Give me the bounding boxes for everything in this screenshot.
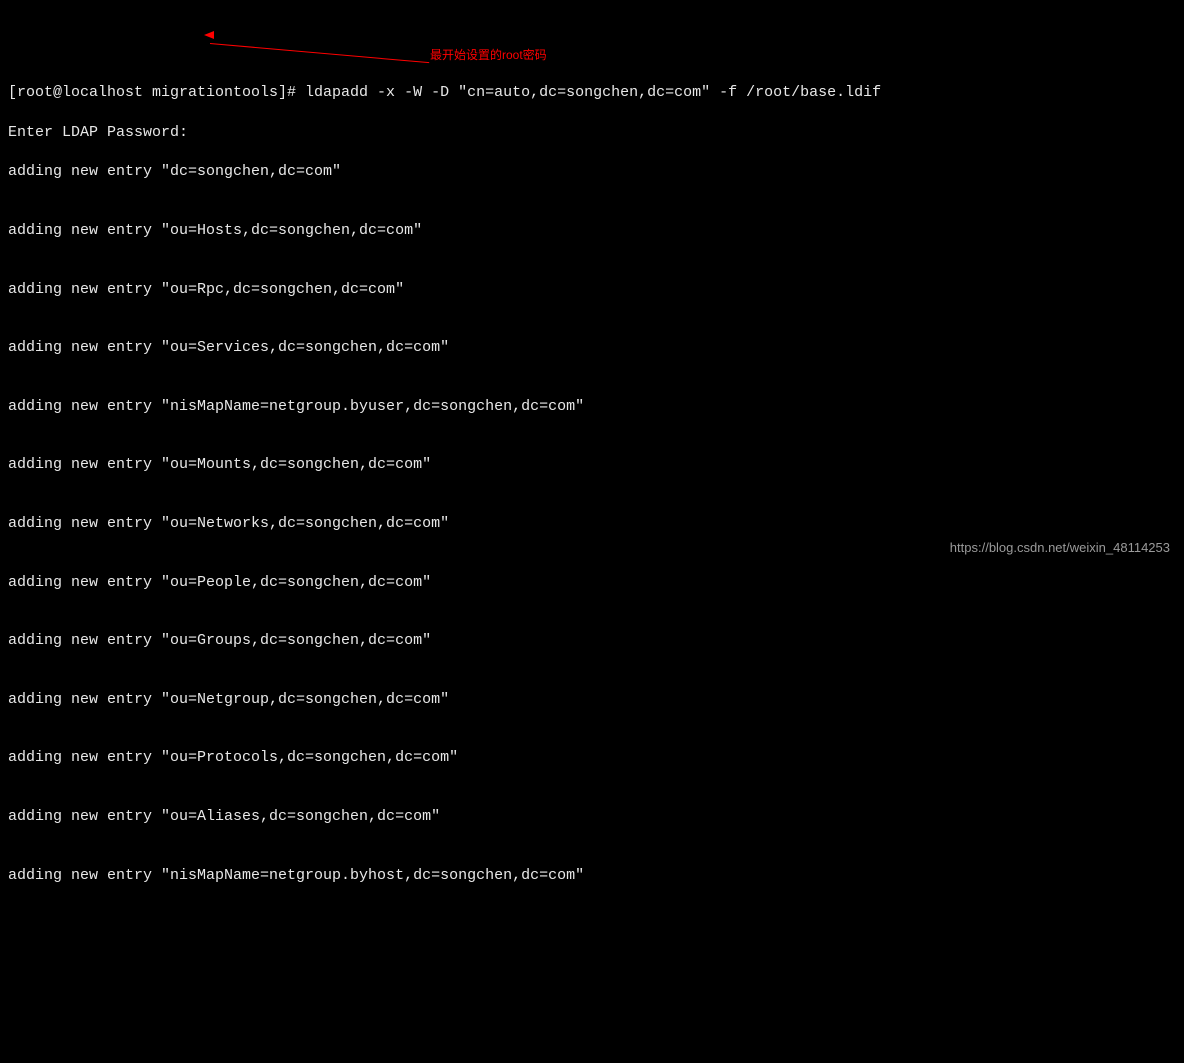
entry-line: adding new entry "ou=Groups,dc=songchen,… bbox=[8, 631, 1176, 651]
entry-line: adding new entry "ou=Netgroup,dc=songche… bbox=[8, 690, 1176, 710]
entry-line: adding new entry "nisMapName=netgroup.by… bbox=[8, 397, 1176, 417]
entry-line: adding new entry "ou=Networks,dc=songche… bbox=[8, 514, 1176, 534]
arrow-head-icon bbox=[204, 31, 214, 39]
entry-line: adding new entry "nisMapName=netgroup.by… bbox=[8, 866, 1176, 886]
entry-line: adding new entry "ou=Hosts,dc=songchen,d… bbox=[8, 221, 1176, 241]
entry-line: adding new entry "ou=Aliases,dc=songchen… bbox=[8, 807, 1176, 827]
entry-line: adding new entry "ou=People,dc=songchen,… bbox=[8, 573, 1176, 593]
entry-line-first: adding new entry "dc=songchen,dc=com" bbox=[8, 162, 1176, 182]
entry-line: adding new entry "ou=Services,dc=songche… bbox=[8, 338, 1176, 358]
annotation-text: 最开始设置的root密码 bbox=[430, 48, 547, 64]
watermark-text: https://blog.csdn.net/weixin_48114253 bbox=[950, 539, 1170, 556]
password-prompt: Enter LDAP Password: bbox=[8, 123, 1176, 143]
entry-line: adding new entry "ou=Rpc,dc=songchen,dc=… bbox=[8, 280, 1176, 300]
prompt-line: [root@localhost migrationtools]# ldapadd… bbox=[8, 83, 1176, 103]
arrow-line-icon bbox=[210, 43, 429, 64]
entry-line: adding new entry "ou=Protocols,dc=songch… bbox=[8, 748, 1176, 768]
annotation-group: 最开始设置的root密码 bbox=[204, 34, 544, 60]
entry-line: adding new entry "ou=Mounts,dc=songchen,… bbox=[8, 455, 1176, 475]
